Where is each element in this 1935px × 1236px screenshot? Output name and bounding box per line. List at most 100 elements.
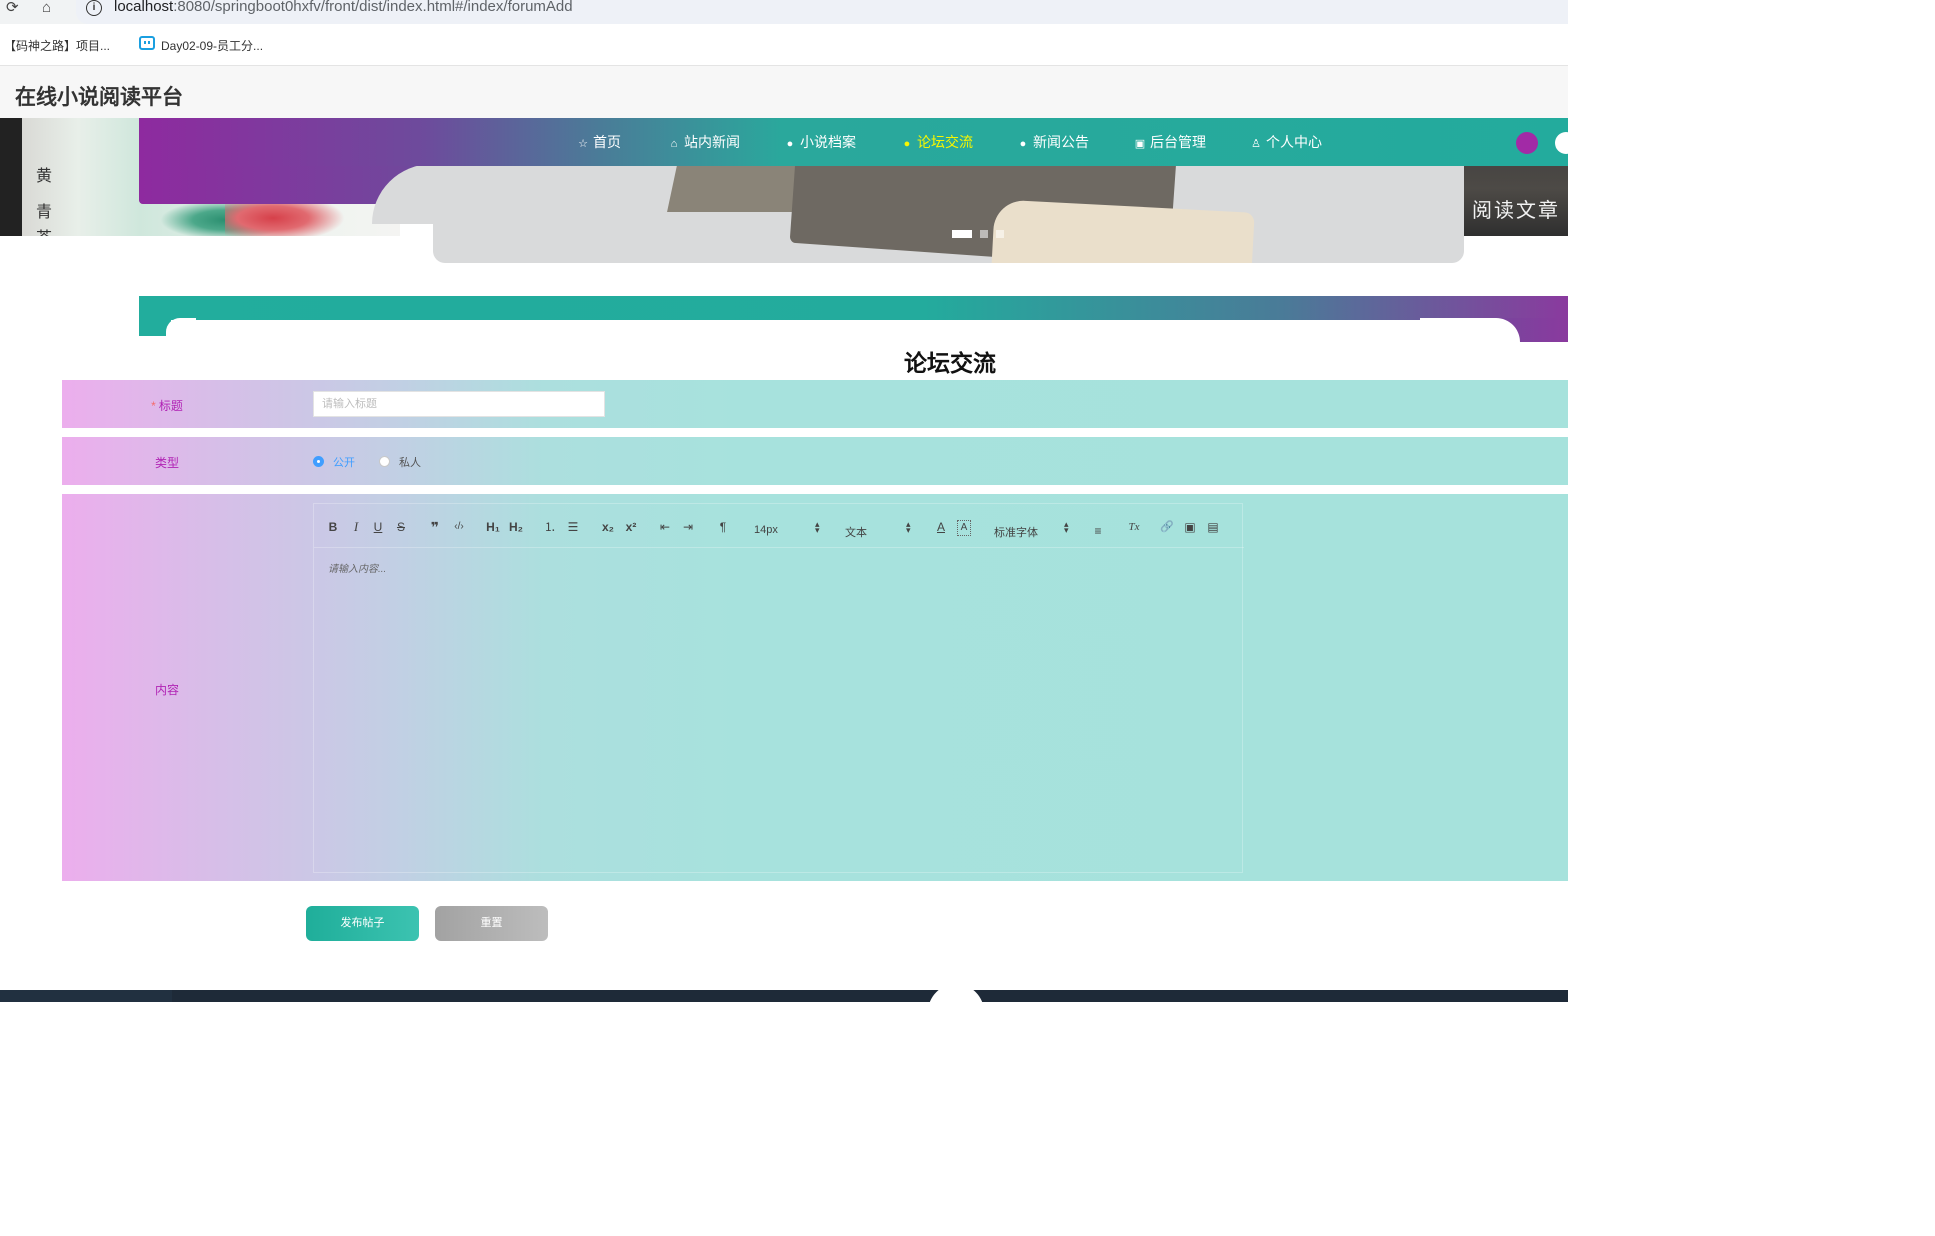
outdent-icon[interactable]: ⇤	[658, 520, 672, 536]
type-label: 类型	[154, 456, 179, 470]
url-path: :8080/springboot0hxfv/front/dist/index.h…	[173, 0, 573, 15]
browser-toolbar: ⟳ ⌂ i localhost:8080/springboot0hxfv/fro…	[0, 0, 1568, 24]
ordered-list-icon[interactable]: ⒈	[543, 520, 557, 536]
info-icon: ●	[786, 138, 794, 150]
url-host: localhost	[114, 0, 174, 15]
font-select[interactable]: 标准字体 ▴ ▾	[994, 520, 1069, 540]
text-color-icon[interactable]: A	[934, 520, 948, 536]
reload-icon[interactable]: ⟳	[6, 0, 19, 18]
site-title: 在线小说阅读平台	[15, 86, 183, 109]
nav-item-label: 后台管理	[1150, 134, 1206, 150]
nav-item-label: 个人中心	[1266, 134, 1322, 150]
link-icon[interactable]: 🔗	[1160, 520, 1174, 536]
avatar[interactable]	[1516, 132, 1538, 154]
nav-item-label: 首页	[593, 134, 621, 150]
carousel-indicator[interactable]	[996, 230, 1004, 238]
main-nav: ☆ 首页 ⌂ 站内新闻 ● 小说档案 ● 论坛交流 ● 新闻公告 ▣ 后台管理 ♙ 个人中心	[139, 118, 1577, 166]
nav-item-announcements[interactable]: ● 新闻公告	[1017, 132, 1089, 152]
nav-item-profile[interactable]: ♙ 个人中心	[1250, 132, 1322, 152]
form-row-title: * 标题	[62, 380, 1568, 428]
bookmarks-bar: 【码神之路】项目... Day02-09-员工分...	[0, 24, 1568, 66]
text-direction-icon[interactable]: ¶	[715, 520, 731, 536]
editor-placeholder[interactable]: 请输入内容...	[328, 560, 386, 575]
subscript-button[interactable]: x₂	[600, 520, 616, 536]
banner-right-text: 阅读文章	[1472, 200, 1560, 222]
radio-circle	[313, 456, 324, 467]
nav-item-label: 小说档案	[800, 134, 856, 150]
section-band-decoration	[1420, 318, 1520, 342]
image-icon[interactable]: ▣	[1183, 520, 1197, 536]
bullet-list-icon[interactable]: ☰	[566, 520, 580, 536]
italic-button[interactable]: I	[349, 520, 363, 536]
header-select-value: 文本	[845, 527, 867, 539]
nav-item-news[interactable]: ⌂ 站内新闻	[668, 132, 740, 152]
reset-button[interactable]: 重置	[435, 906, 548, 941]
nav-item-forum[interactable]: ● 论坛交流	[901, 132, 973, 152]
star-icon: ☆	[578, 138, 588, 150]
info-icon[interactable]: i	[86, 0, 102, 16]
underline-button[interactable]: U	[371, 520, 385, 536]
header-select[interactable]: 文本 ▴ ▾	[845, 520, 911, 540]
ink-decoration	[225, 202, 345, 236]
background-color-icon[interactable]: A	[957, 520, 971, 536]
nav-item-admin[interactable]: ▣ 后台管理	[1134, 132, 1206, 152]
h2-button[interactable]: H₂	[507, 520, 525, 536]
size-select-value: 14px	[754, 524, 778, 536]
bilibili-icon	[139, 36, 155, 50]
content-label: 内容	[154, 683, 179, 697]
home-icon[interactable]: ⌂	[42, 0, 51, 18]
bookmark-item[interactable]: Day02-09-员工分...	[161, 37, 263, 54]
radio-circle	[379, 456, 390, 467]
carousel-indicator[interactable]	[952, 230, 972, 238]
section-band-decoration	[166, 318, 196, 338]
h1-button[interactable]: H₁	[484, 520, 502, 536]
carousel-indicator[interactable]	[980, 230, 988, 238]
form-row-type: 类型	[62, 437, 1568, 485]
nav-item-label: 站内新闻	[684, 134, 740, 150]
user-icon: ♙	[1251, 138, 1261, 150]
rich-text-editor: B I U S ❞ ‹/› H₁ H₂ ⒈ ☰ x₂ x² ⇤ ⇥ ¶ 14px…	[313, 503, 1244, 873]
footer	[0, 990, 1568, 1002]
bag-icon: ▣	[1134, 138, 1146, 150]
url-text[interactable]: localhost:8080/springboot0hxfv/front/dis…	[114, 0, 573, 15]
font-select-value: 标准字体	[994, 527, 1038, 539]
radio-label: 私人	[399, 457, 421, 469]
required-mark: *	[151, 399, 156, 413]
title-input[interactable]	[313, 391, 605, 417]
nav-item-novels[interactable]: ● 小说档案	[784, 132, 856, 152]
video-icon[interactable]: ▤	[1206, 520, 1220, 536]
select-arrow-icon: ▴ ▾	[1064, 519, 1069, 535]
footer-decoration	[0, 990, 172, 1002]
book-image	[991, 199, 1255, 263]
blockquote-icon[interactable]: ❞	[428, 520, 442, 536]
align-icon[interactable]: ≡	[1091, 524, 1105, 540]
title-label: * 标题	[62, 397, 272, 414]
nav-item-label: 论坛交流	[917, 134, 973, 150]
home-icon: ⌂	[670, 138, 678, 150]
size-select[interactable]: 14px ▴ ▾	[754, 520, 820, 537]
banner-calligraphy: 黄	[36, 168, 53, 185]
editor-toolbar: B I U S ❞ ‹/› H₁ H₂ ⒈ ☰ x₂ x² ⇤ ⇥ ¶ 14px…	[314, 504, 1244, 548]
banner-calligraphy: 青	[36, 204, 53, 221]
strike-button[interactable]: S	[394, 520, 408, 536]
bold-button[interactable]: B	[326, 520, 340, 536]
banner-calligraphy: 茶	[36, 224, 52, 236]
nav-item-home[interactable]: ☆ 首页	[577, 132, 621, 152]
info-icon: ●	[1019, 138, 1027, 150]
superscript-button[interactable]: x²	[623, 520, 639, 536]
nav-item-label: 新闻公告	[1033, 134, 1089, 150]
submit-button[interactable]: 发布帖子	[306, 906, 419, 941]
bookmark-item[interactable]: 【码神之路】项目...	[4, 37, 110, 54]
code-icon[interactable]: ‹/›	[450, 520, 468, 536]
banner-carousel[interactable]	[433, 166, 1464, 263]
clean-format-icon[interactable]: Tx	[1126, 520, 1142, 536]
info-icon: ●	[903, 138, 911, 150]
site-header: 在线小说阅读平台	[0, 66, 1568, 118]
section-band	[139, 296, 1568, 320]
indent-icon[interactable]: ⇥	[681, 520, 695, 536]
title-label-text: 标题	[158, 399, 183, 413]
footer-decoration	[928, 984, 984, 1014]
avatar[interactable]	[1555, 132, 1577, 154]
select-arrow-icon: ▴ ▾	[815, 519, 820, 535]
page-title: 论坛交流	[904, 350, 996, 376]
